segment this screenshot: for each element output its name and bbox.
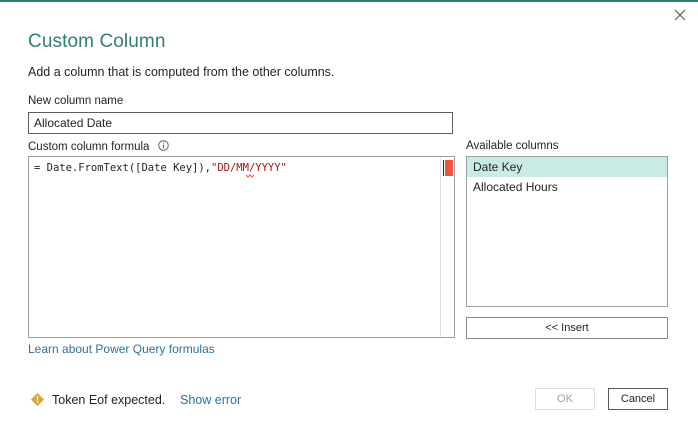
available-column-item[interactable]: Allocated Hours (467, 177, 667, 197)
available-columns-list[interactable]: Date Key Allocated Hours (466, 156, 668, 307)
learn-power-query-link[interactable]: Learn about Power Query formulas (28, 342, 215, 356)
error-marker (445, 160, 453, 176)
dialog-title: Custom Column (28, 31, 166, 52)
cancel-button[interactable]: Cancel (608, 388, 668, 410)
show-error-link[interactable]: Show error (180, 393, 241, 407)
warning-icon (30, 392, 45, 407)
status-message: Token Eof expected. (52, 393, 166, 407)
error-squiggle-icon (246, 174, 254, 178)
new-column-name-input[interactable] (28, 112, 453, 134)
insert-button[interactable]: << Insert (466, 317, 668, 339)
close-icon (674, 9, 686, 21)
formula-code-prefix: = Date.FromText([Date Key]), (34, 162, 212, 174)
dialog-top-accent (0, 0, 698, 2)
available-column-item[interactable]: Date Key (467, 157, 667, 177)
formula-code-string: "DD/MM/YYYY" (211, 162, 287, 174)
formula-editor[interactable]: = Date.FromText([Date Key]),"DD/MM/YYYY" (28, 156, 455, 338)
formula-label-row: Custom column formula (28, 140, 169, 153)
new-column-name-label: New column name (28, 95, 124, 107)
close-button[interactable] (672, 7, 688, 23)
custom-column-formula-label: Custom column formula (28, 141, 150, 153)
formula-scrollbar[interactable] (440, 157, 454, 337)
dialog-subtitle: Add a column that is computed from the o… (28, 65, 335, 79)
ok-button[interactable]: OK (535, 388, 595, 410)
available-columns-label: Available columns (466, 140, 559, 152)
formula-code[interactable]: = Date.FromText([Date Key]),"DD/MM/YYYY" (34, 162, 287, 174)
caret-marker (443, 160, 444, 176)
info-icon[interactable] (157, 140, 169, 151)
